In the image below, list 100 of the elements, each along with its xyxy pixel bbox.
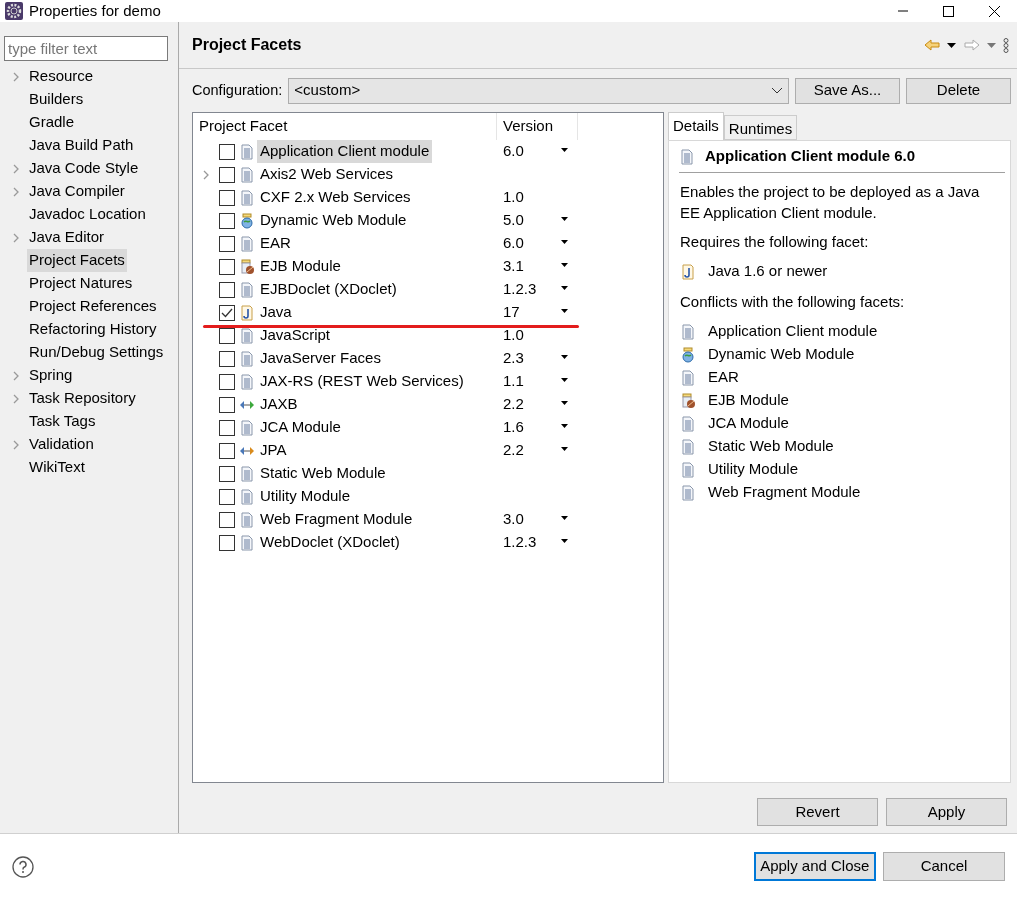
- version-cell-text: 2.3: [503, 348, 524, 369]
- facet-name[interactable]: JCA Module: [257, 416, 344, 439]
- sidebar-item[interactable]: Project References: [27, 295, 159, 318]
- sidebar-item[interactable]: Task Tags: [27, 410, 98, 433]
- globe-jar-icon: [680, 346, 696, 363]
- sidebar-item[interactable]: Javadoc Location: [27, 203, 148, 226]
- checkbox[interactable]: [219, 166, 235, 183]
- version-cell-text: 6.0: [503, 233, 524, 254]
- tab[interactable]: Runtimes: [723, 115, 798, 140]
- document-icon: [680, 438, 696, 455]
- tab[interactable]: Details: [668, 112, 724, 140]
- dropdown-arrow-icon: [561, 263, 568, 267]
- facet-name[interactable]: Application Client module: [257, 140, 433, 163]
- checkbox[interactable]: [219, 396, 235, 413]
- configuration-dropdown[interactable]: <custom>: [288, 77, 789, 104]
- dropdown-arrow-icon: [561, 447, 568, 451]
- version-cell-text: 6.0: [503, 141, 524, 162]
- sidebar-item[interactable]: Java Code Style: [27, 157, 141, 180]
- sidebar-item[interactable]: Java Editor: [27, 226, 107, 249]
- document-icon: [680, 461, 696, 478]
- facet-name[interactable]: EJBDoclet (XDoclet): [257, 278, 400, 301]
- facet-name[interactable]: Dynamic Web Module: [257, 209, 410, 232]
- facet-name: Application Client module: [708, 321, 878, 342]
- sidebar-item[interactable]: WikiText: [27, 456, 87, 479]
- dropdown-arrow-icon: [561, 401, 568, 405]
- sidebar-item[interactable]: Builders: [27, 88, 86, 111]
- dialog-button[interactable]: Apply and Close: [753, 852, 876, 881]
- sidebar-item[interactable]: Project Natures: [27, 272, 135, 295]
- expand-chevron-icon: [11, 393, 20, 404]
- document-icon: [679, 148, 695, 165]
- filter-field[interactable]: type filter text: [4, 36, 168, 61]
- sidebar-item[interactable]: Run/Debug Settings: [27, 341, 166, 364]
- dialog-button[interactable]: Revert: [757, 798, 878, 826]
- version-cell-text: 1.0: [503, 325, 524, 346]
- checkbox[interactable]: [219, 304, 235, 321]
- column-header: Project Facet: [199, 116, 288, 137]
- back-arrow-icon: [924, 39, 940, 51]
- document-icon: [239, 465, 255, 482]
- configuration-label: Configuration:: [192, 80, 283, 100]
- facet-name[interactable]: WebDoclet (XDoclet): [257, 531, 403, 554]
- document-icon: [239, 350, 255, 367]
- facet-name[interactable]: Axis2 Web Services: [257, 163, 397, 186]
- checkbox[interactable]: [219, 488, 235, 505]
- checkbox[interactable]: [219, 189, 235, 206]
- checkbox[interactable]: [219, 143, 235, 160]
- sidebar-item[interactable]: Project Facets: [27, 249, 127, 272]
- checkbox[interactable]: [219, 534, 235, 551]
- document-icon: [680, 484, 696, 501]
- facet-name[interactable]: Utility Module: [257, 485, 354, 508]
- expand-chevron-icon: [11, 232, 20, 243]
- facet-name[interactable]: JavaScript: [257, 324, 334, 347]
- sidebar-item[interactable]: Gradle: [27, 111, 77, 134]
- checkbox[interactable]: [219, 511, 235, 528]
- bean-jar-icon: [239, 258, 255, 275]
- dropdown-arrow-icon: [947, 42, 957, 48]
- details-title: Application Client module 6.0: [705, 146, 916, 167]
- dialog-button[interactable]: Apply: [886, 798, 1007, 826]
- facet-name[interactable]: CXF 2.x Web Services: [257, 186, 414, 209]
- sidebar-item[interactable]: Spring: [27, 364, 75, 387]
- sidebar-item[interactable]: Validation: [27, 433, 96, 456]
- sidebar-item[interactable]: Resource: [27, 65, 96, 88]
- bean-jar-icon: [680, 392, 696, 409]
- dialog-button[interactable]: Save As...: [795, 77, 900, 104]
- section-label: Requires the following facet:: [680, 232, 870, 252]
- checkbox[interactable]: [219, 212, 235, 229]
- checkbox[interactable]: [219, 419, 235, 436]
- checkbox[interactable]: [219, 258, 235, 275]
- version-cell-text: 1.1: [503, 371, 524, 392]
- sidebar-item[interactable]: Java Compiler: [27, 180, 127, 203]
- version-cell-text: 2.2: [503, 394, 524, 415]
- version-cell-text: 17: [503, 302, 520, 323]
- sidebar-item[interactable]: Refactoring History: [27, 318, 159, 341]
- checkbox[interactable]: [219, 442, 235, 459]
- sidebar-item[interactable]: Task Repository: [27, 387, 138, 410]
- facet-name[interactable]: JAXB: [257, 393, 301, 416]
- sidebar-item[interactable]: Java Build Path: [27, 134, 136, 157]
- facet-name[interactable]: EAR: [257, 232, 294, 255]
- facet-name[interactable]: Static Web Module: [257, 462, 389, 485]
- chevron-down-icon: [771, 87, 783, 94]
- version-cell-text: 1.0: [503, 187, 524, 208]
- facet-name[interactable]: JAX-RS (REST Web Services): [257, 370, 467, 393]
- dialog-button[interactable]: Delete: [906, 77, 1011, 104]
- expand-chevron-icon: [11, 163, 20, 174]
- checkbox[interactable]: [219, 350, 235, 367]
- facet-name: JCA Module: [708, 413, 789, 434]
- help-icon: [12, 855, 34, 878]
- facet-name[interactable]: JavaServer Faces: [257, 347, 384, 370]
- maximize-icon: [941, 4, 955, 18]
- facet-name[interactable]: Web Fragment Module: [257, 508, 416, 531]
- checkbox[interactable]: [219, 281, 235, 298]
- checkbox[interactable]: [219, 235, 235, 252]
- dropdown-arrow-icon: [561, 148, 568, 152]
- close-icon: [987, 4, 1001, 18]
- checkbox[interactable]: [219, 465, 235, 482]
- checkbox[interactable]: [219, 373, 235, 390]
- facet-name[interactable]: Java: [257, 301, 295, 324]
- document-icon: [239, 166, 255, 183]
- facet-name[interactable]: JPA: [257, 439, 290, 462]
- facet-name[interactable]: EJB Module: [257, 255, 344, 278]
- dialog-button[interactable]: Cancel: [883, 852, 1005, 881]
